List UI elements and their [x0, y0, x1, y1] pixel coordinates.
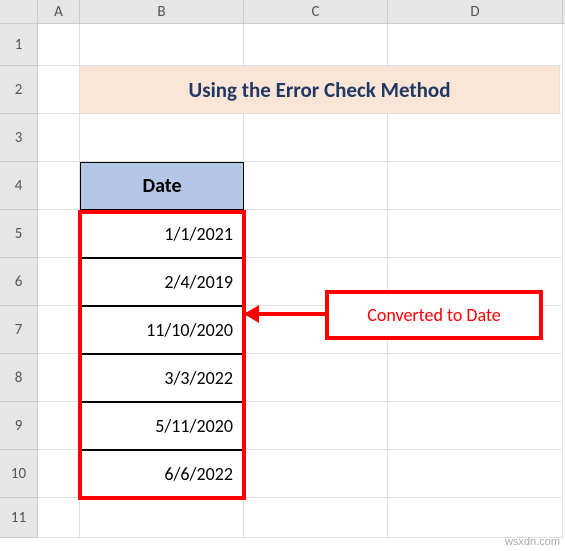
cell-a8[interactable] — [38, 354, 80, 402]
cell-b5-date-value[interactable]: 1/1/2021 — [80, 210, 244, 258]
cell-d4[interactable] — [388, 162, 563, 210]
cell-c9[interactable] — [244, 402, 388, 450]
row-header-5[interactable]: 5 — [0, 210, 38, 258]
cell-b6-date-value[interactable]: 2/4/2019 — [80, 258, 244, 306]
column-header-a[interactable]: A — [38, 0, 80, 23]
cell-b10-date-value[interactable]: 6/6/2022 — [80, 450, 244, 498]
row-header-9[interactable]: 9 — [0, 402, 38, 450]
cell-b7-date-value[interactable]: 11/10/2020 — [80, 306, 244, 354]
cell-c8[interactable] — [244, 354, 388, 402]
column-headers-row: A B C D — [0, 0, 565, 24]
row-header-7[interactable]: 7 — [0, 306, 38, 354]
cell-c1[interactable] — [244, 24, 388, 66]
row-header-2[interactable]: 2 — [0, 66, 38, 114]
cell-a6[interactable] — [38, 258, 80, 306]
cell-a2[interactable] — [38, 66, 80, 114]
cell-b9-date-value[interactable]: 5/11/2020 — [80, 402, 244, 450]
cell-c3[interactable] — [244, 114, 388, 162]
callout-label: Converted to Date — [325, 290, 543, 340]
cell-b8-date-value[interactable]: 3/3/2022 — [80, 354, 244, 402]
title-cell[interactable]: Using the Error Check Method — [80, 66, 560, 114]
row-header-4[interactable]: 4 — [0, 162, 38, 210]
column-header-b[interactable]: B — [80, 0, 244, 23]
cell-b4-date-header[interactable]: Date — [80, 162, 244, 210]
cell-d10[interactable] — [388, 450, 563, 498]
cell-b11[interactable] — [80, 498, 244, 538]
cell-d11[interactable] — [388, 498, 563, 538]
select-all-corner[interactable] — [0, 0, 38, 23]
cell-a10[interactable] — [38, 450, 80, 498]
cell-d3[interactable] — [388, 114, 563, 162]
cell-d8[interactable] — [388, 354, 563, 402]
column-header-d[interactable]: D — [388, 0, 563, 23]
row-header-3[interactable]: 3 — [0, 114, 38, 162]
cell-b1[interactable] — [80, 24, 244, 66]
cell-a1[interactable] — [38, 24, 80, 66]
cell-a11[interactable] — [38, 498, 80, 538]
row-header-10[interactable]: 10 — [0, 450, 38, 498]
watermark-text: wsxdn.com — [505, 536, 560, 548]
cell-a3[interactable] — [38, 114, 80, 162]
row-header-8[interactable]: 8 — [0, 354, 38, 402]
cell-c10[interactable] — [244, 450, 388, 498]
cell-d9[interactable] — [388, 402, 563, 450]
cell-c11[interactable] — [244, 498, 388, 538]
row-header-6[interactable]: 6 — [0, 258, 38, 306]
cell-d1[interactable] — [388, 24, 563, 66]
cell-c4[interactable] — [244, 162, 388, 210]
column-header-c[interactable]: C — [244, 0, 388, 23]
cell-a5[interactable] — [38, 210, 80, 258]
cell-a9[interactable] — [38, 402, 80, 450]
cell-d5[interactable] — [388, 210, 563, 258]
cell-a4[interactable] — [38, 162, 80, 210]
arrow-annotation — [246, 312, 326, 316]
cell-a7[interactable] — [38, 306, 80, 354]
row-header-11[interactable]: 11 — [0, 498, 38, 538]
cell-b3[interactable] — [80, 114, 244, 162]
spreadsheet-grid: A B C D 1 2 3 4 Date — [0, 0, 565, 551]
row-header-1[interactable]: 1 — [0, 24, 38, 66]
cell-c5[interactable] — [244, 210, 388, 258]
